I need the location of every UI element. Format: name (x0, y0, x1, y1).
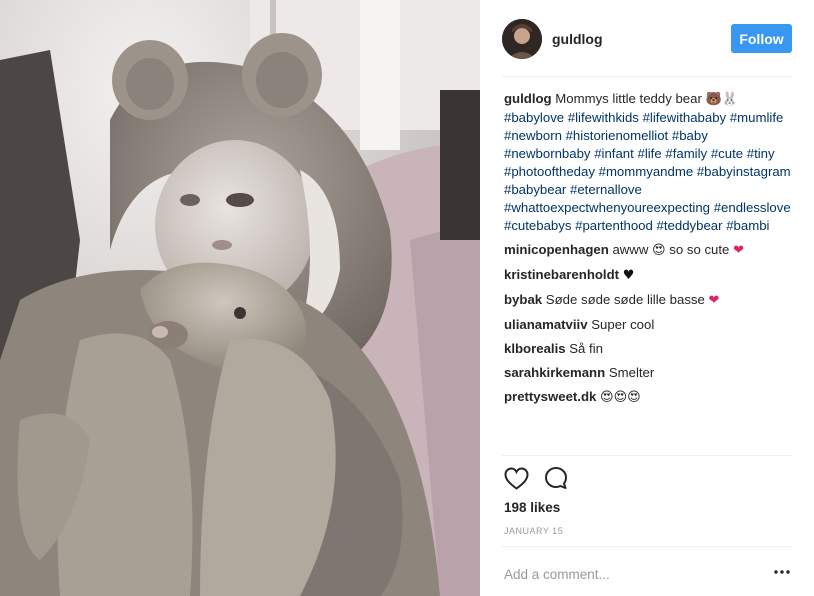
hashtag-link[interactable]: #mumlife (730, 110, 784, 125)
comment-text: so so cute (669, 242, 730, 257)
add-comment-input[interactable] (504, 565, 754, 583)
post-sidebar: guldlog Follow guldlog Mommys little ted… (480, 0, 814, 596)
comment-item: sarahkirkemann Smelter (504, 364, 794, 382)
comment-text: Så fin (569, 341, 603, 356)
hashtag-link[interactable]: #teddybear (657, 218, 723, 233)
comment-text: awww (612, 242, 649, 257)
comments-list: guldlog Mommys little teddy bear 🐻🐰 #bab… (504, 90, 794, 413)
hashtag-link[interactable]: #babylove (504, 110, 564, 125)
post-date[interactable]: JANUARY 15 (504, 526, 563, 536)
comment-username[interactable]: sarahkirkemann (504, 365, 605, 380)
hashtag-link[interactable]: #cute (711, 146, 743, 161)
more-options-glyph (774, 570, 790, 574)
bear-bunny-emoji: 🐻🐰 (705, 92, 738, 107)
speech-bubble-icon[interactable] (542, 463, 570, 493)
comment-item: kristinebarenholdt ♥ (504, 266, 794, 285)
comment-icon-glyph (545, 467, 567, 489)
ellipsis-icon[interactable] (770, 562, 794, 582)
post-photo[interactable] (0, 0, 480, 596)
heart-emoji: ♥ (622, 268, 635, 283)
heart-emoji: ❤ (733, 243, 744, 258)
comment-username[interactable]: ulianamatviiv (504, 317, 588, 332)
divider (502, 546, 792, 547)
heart-eyes-emoji: 😍😍😍 (600, 390, 641, 405)
comment-text: Smelter (608, 365, 655, 380)
hashtag-link[interactable]: #whattoexpectwhenyoureexpecting (504, 200, 710, 215)
comment-item: ulianamatviiv Super cool (504, 316, 794, 334)
comment-item: minicopenhagen awww 😍 so so cute ❤ (504, 241, 794, 260)
divider (502, 455, 792, 456)
comment-text: Søde søde søde lille basse (545, 292, 705, 307)
comment-item: bybak Søde søde søde lille basse ❤ (504, 291, 794, 310)
hashtag-link[interactable]: #baby (672, 128, 708, 143)
hashtag-link[interactable]: #historienomelliot (566, 128, 669, 143)
hashtag-link[interactable]: #babybear (504, 182, 566, 197)
comment-items: minicopenhagen awww 😍 so so cute ❤ krist… (504, 241, 794, 407)
comment-text: Super cool (591, 317, 655, 332)
baby-with-bunny-image (0, 0, 480, 596)
avatar[interactable] (502, 19, 542, 59)
heart-eyes-emoji: 😍 (652, 243, 666, 258)
hashtag-link[interactable]: #eternallove (570, 182, 642, 197)
comment-username[interactable]: prettysweet.dk (504, 389, 596, 404)
hashtag-link[interactable]: #mommyandme (599, 164, 694, 179)
comment-username[interactable]: klborealis (504, 341, 566, 356)
comment-username[interactable]: minicopenhagen (504, 242, 609, 257)
comment-item: prettysweet.dk 😍😍😍 (504, 388, 794, 407)
hashtag-link[interactable]: #lifewithkids (568, 110, 639, 125)
heart-emoji: ❤ (708, 293, 720, 308)
hashtag-link[interactable]: #newborn (504, 128, 562, 143)
avatar-image (502, 19, 542, 59)
heart-outline-icon[interactable] (502, 463, 530, 493)
caption-text: Mommys little teddy bear (555, 91, 702, 106)
header-username[interactable]: guldlog (552, 31, 603, 47)
hashtag-link[interactable]: #life (637, 146, 661, 161)
comment-username[interactable]: kristinebarenholdt (504, 267, 619, 282)
hashtag-link[interactable]: #family (665, 146, 707, 161)
hashtag-link[interactable]: #newbornbaby (504, 146, 591, 161)
hashtag-link[interactable]: #endlesslove (714, 200, 791, 215)
hashtag-list: #babylove #lifewithkids #lifewithababy #… (504, 110, 791, 233)
comment-username[interactable]: bybak (504, 292, 542, 307)
heart-icon-glyph (503, 466, 529, 490)
follow-button[interactable]: Follow (731, 24, 792, 53)
hashtag-link[interactable]: #tiny (747, 146, 775, 161)
caption-username[interactable]: guldlog (504, 91, 552, 106)
likes-count[interactable]: 198 likes (504, 500, 560, 515)
hashtag-link[interactable]: #photooftheday (504, 164, 595, 179)
hashtag-link[interactable]: #bambi (726, 218, 769, 233)
hashtag-link[interactable]: #babyinstagram (697, 164, 791, 179)
hashtag-link[interactable]: #lifewithababy (643, 110, 727, 125)
divider (502, 76, 792, 77)
caption: guldlog Mommys little teddy bear 🐻🐰 #bab… (504, 90, 794, 235)
comment-item: klborealis Så fin (504, 340, 794, 358)
hashtag-link[interactable]: #partenthood (575, 218, 653, 233)
post-actions (502, 462, 582, 494)
hashtag-link[interactable]: #infant (594, 146, 634, 161)
hashtag-link[interactable]: #cutebabys (504, 218, 571, 233)
